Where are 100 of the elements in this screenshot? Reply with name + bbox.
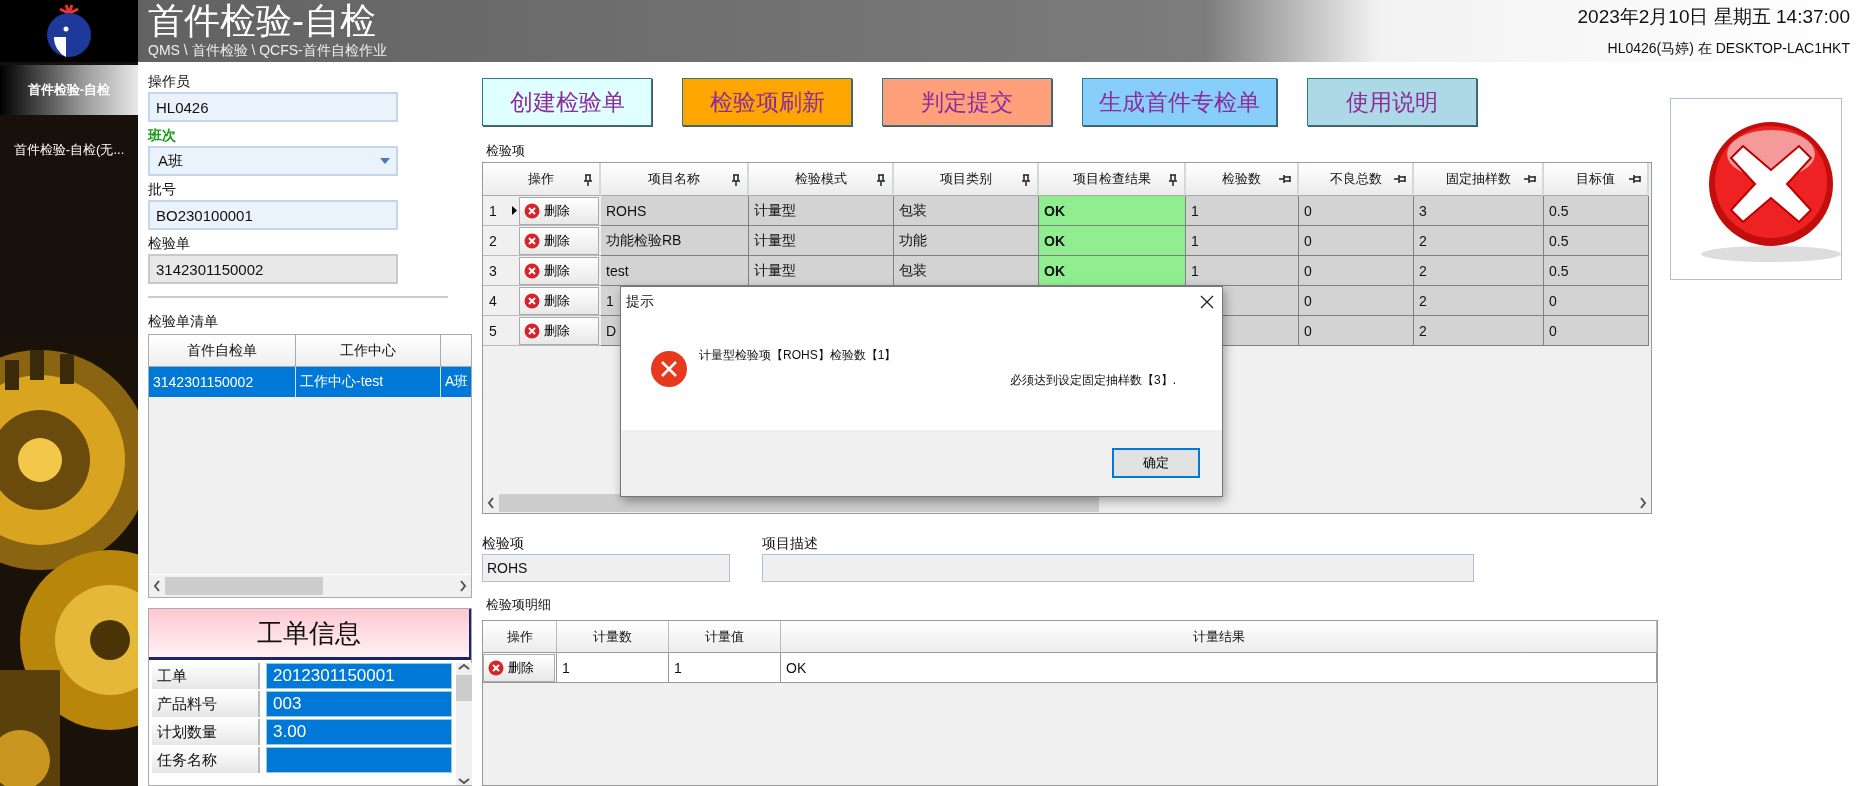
datetime: 2023年2月10日 星期五 14:37:00: [1577, 5, 1850, 29]
pin-icon[interactable]: [1279, 174, 1291, 184]
list-row[interactable]: 3142301150002 工作中心-test A班: [149, 367, 471, 397]
table-cell: 计量型: [749, 196, 894, 226]
column-header[interactable]: 检验数: [1186, 163, 1299, 196]
table-cell: 2: [1414, 286, 1544, 316]
column-header[interactable]: 操作: [483, 621, 557, 653]
sidebar-item[interactable]: 首件检验-自检(无...: [0, 125, 138, 175]
table-cell: 0.5: [1544, 196, 1649, 226]
input-field[interactable]: 3142301150002: [148, 254, 398, 284]
column-header[interactable]: 计量数: [557, 621, 669, 653]
user-info: HL0426(马婷) 在 DESKTOP-LAC1HKT: [1607, 40, 1850, 58]
column-header[interactable]: 项目类别: [894, 163, 1039, 196]
error-icon: [651, 351, 687, 387]
delete-button[interactable]: 删除: [519, 256, 599, 285]
column-header[interactable]: 检验模式: [749, 163, 894, 196]
delete-button[interactable]: 删除: [483, 653, 555, 682]
table-cell: OK: [1039, 256, 1186, 286]
scroll-left-icon[interactable]: [153, 580, 161, 592]
input-field[interactable]: ROHS: [482, 554, 730, 582]
table-cell: 0: [1299, 286, 1414, 316]
toolbar-button[interactable]: 判定提交: [882, 78, 1052, 126]
pin-icon[interactable]: [731, 174, 741, 186]
row-label: 任务名称: [152, 747, 260, 773]
dialog-title: 提示: [626, 293, 654, 311]
scroll-down-icon[interactable]: [458, 777, 470, 785]
toolbar-button[interactable]: 创建检验单: [482, 78, 652, 126]
delete-icon: [524, 292, 540, 309]
row-label: 产品料号: [152, 691, 260, 717]
dialog-message: 必须达到设定固定抽样数【3】.: [1010, 372, 1176, 389]
delete-icon: [524, 202, 540, 219]
ok-button[interactable]: 确定: [1112, 448, 1200, 478]
column-header[interactable]: 不良总数: [1299, 163, 1414, 196]
table-cell: 1: [669, 653, 781, 683]
toolbar-button[interactable]: 生成首件专检单: [1082, 78, 1277, 126]
table-cell: OK: [1039, 226, 1186, 256]
field-label: 批号: [148, 180, 176, 198]
scroll-right-icon[interactable]: [1639, 497, 1647, 509]
scrollbar-thumb[interactable]: [165, 577, 323, 595]
pin-icon[interactable]: [1021, 174, 1031, 186]
table-cell: 1: [1186, 226, 1299, 256]
row-number: 2: [489, 232, 497, 249]
input-field[interactable]: [762, 554, 1474, 582]
pin-icon[interactable]: [1168, 174, 1178, 186]
column-header[interactable]: 计量值: [669, 621, 781, 653]
delete-button[interactable]: 删除: [519, 286, 599, 315]
row-number: 4: [489, 292, 497, 309]
pin-icon[interactable]: [1629, 174, 1641, 184]
pin-icon[interactable]: [583, 174, 593, 186]
row-label: 工单: [152, 663, 260, 689]
table-cell: 1: [1186, 256, 1299, 286]
scroll-left-icon[interactable]: [487, 497, 495, 509]
delete-icon: [524, 232, 540, 249]
value-cell: 2012301150001: [266, 663, 452, 689]
table-cell: 2: [1414, 256, 1544, 286]
breadcrumb: QMS \ 首件检验 \ QCFS-首件自检作业: [148, 42, 387, 58]
field-label: 班次: [148, 126, 176, 144]
toolbar-button[interactable]: 检验项刷新: [682, 78, 852, 126]
table-cell: 1: [557, 653, 669, 683]
table-cell: 2: [1414, 226, 1544, 256]
table-cell: 0: [1299, 196, 1414, 226]
delete-button[interactable]: 删除: [519, 226, 599, 255]
column-header[interactable]: 操作: [483, 163, 601, 196]
scroll-right-icon[interactable]: [459, 580, 467, 592]
field-label: 项目描述: [762, 534, 818, 552]
pin-icon[interactable]: [1524, 174, 1536, 184]
delete-button[interactable]: 删除: [519, 196, 599, 225]
pin-icon[interactable]: [1394, 174, 1406, 184]
field-label: 检验单: [148, 234, 190, 252]
table-cell: 0: [1544, 316, 1649, 346]
scrollbar-thumb[interactable]: [456, 675, 472, 701]
row-label: 计划数量: [152, 719, 260, 745]
table-cell: OK: [781, 653, 1657, 683]
delete-button[interactable]: 删除: [519, 316, 599, 345]
row-number: 3: [489, 262, 497, 279]
field-label: 检验项: [482, 534, 524, 552]
sidebar-item[interactable]: 首件检验-自检: [0, 65, 138, 115]
column-header[interactable]: 工作中心: [296, 335, 441, 367]
table-cell: 0: [1544, 286, 1649, 316]
toolbar-button[interactable]: 使用说明: [1307, 78, 1477, 126]
column-header[interactable]: 项目名称: [601, 163, 749, 196]
dropdown-caret-icon[interactable]: [380, 158, 390, 164]
dialog-message: 计量型检验项【ROHS】检验数【1】: [699, 347, 897, 364]
shift-dropdown[interactable]: A班: [148, 146, 398, 176]
input-field[interactable]: HL0426: [148, 92, 398, 122]
table-cell: 功能: [894, 226, 1039, 256]
table-cell: test: [601, 256, 749, 286]
column-header[interactable]: 目标值: [1544, 163, 1649, 196]
column-header[interactable]: 计量结果: [781, 621, 1657, 653]
column-header[interactable]: 首件自检单: [149, 335, 296, 367]
scroll-up-icon[interactable]: [458, 663, 470, 671]
table-cell: 1: [1186, 196, 1299, 226]
input-field[interactable]: BO230100001: [148, 200, 398, 230]
table-cell: 0.5: [1544, 226, 1649, 256]
column-header[interactable]: 固定抽样数: [1414, 163, 1544, 196]
column-header[interactable]: 项目检查结果: [1039, 163, 1186, 196]
table-cell: 0: [1299, 256, 1414, 286]
value-cell: 003: [266, 691, 452, 717]
pin-icon[interactable]: [876, 174, 886, 186]
page-title: 首件检验-自检: [148, 0, 377, 42]
